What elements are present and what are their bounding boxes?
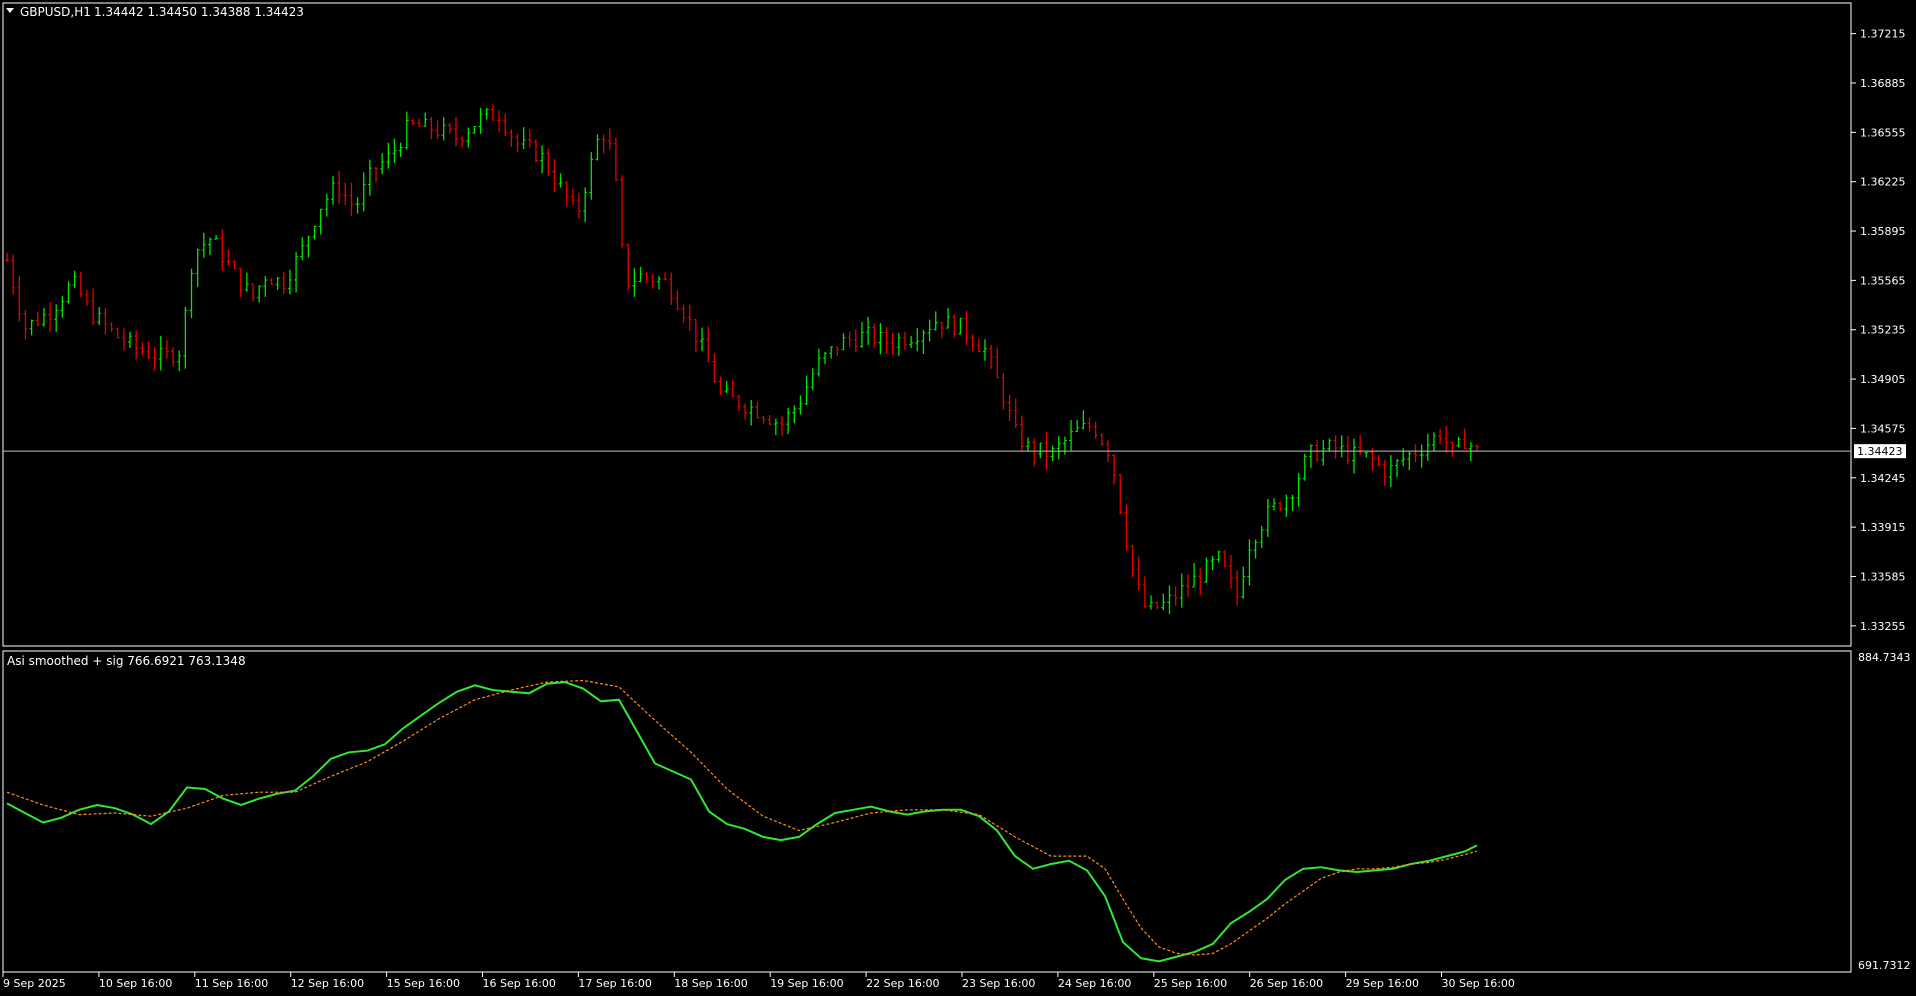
price-tick-label: 1.34575 (1860, 422, 1906, 435)
symbol-title: GBPUSD,H1 (20, 5, 91, 19)
last-price-label: 1.34423 (1857, 445, 1903, 458)
price-tick-label: 1.36225 (1860, 176, 1906, 189)
price-tick-label: 1.36885 (1860, 77, 1906, 90)
time-tick-label: 25 Sep 16:00 (1154, 977, 1227, 990)
time-tick-label: 12 Sep 16:00 (291, 977, 364, 990)
price-tick-label: 1.37215 (1860, 28, 1906, 41)
time-tick-label: 24 Sep 16:00 (1058, 977, 1131, 990)
indicator-tick-label: 884.7343 (1858, 651, 1911, 664)
price-tick-label: 1.35235 (1860, 324, 1906, 337)
time-tick-label: 26 Sep 16:00 (1250, 977, 1323, 990)
chart-background (0, 0, 1916, 996)
indicator-tick-label: 691.7312 (1858, 959, 1911, 972)
price-tick-label: 1.33585 (1860, 570, 1906, 583)
chart-canvas: 1.37215 1.36885 1.36555 1.36225 1.35895 1.355… (0, 0, 1916, 996)
time-tick-label: 17 Sep 16:00 (578, 977, 651, 990)
time-tick-label: 30 Sep 16:00 (1442, 977, 1515, 990)
price-tick-label: 1.35565 (1860, 274, 1906, 287)
time-tick-label: 9 Sep 2025 (3, 977, 66, 990)
price-tick-label: 1.33915 (1860, 521, 1906, 534)
time-tick-label: 15 Sep 16:00 (387, 977, 460, 990)
price-tick-label: 1.34245 (1860, 472, 1906, 485)
indicator-title: Asi smoothed + sig 766.6921 763.1348 (7, 654, 246, 668)
price-tick-label: 1.35895 (1860, 225, 1906, 238)
last-price-label-group: 1.34423 (1854, 444, 1906, 459)
price-tick-label: 1.34905 (1860, 373, 1906, 386)
time-tick-label: 10 Sep 16:00 (99, 977, 172, 990)
time-tick-label: 22 Sep 16:00 (866, 977, 939, 990)
time-tick-label: 11 Sep 16:00 (195, 977, 268, 990)
price-header[interactable]: GBPUSD,H1 1.34442 1.34450 1.34388 1.3442… (6, 5, 304, 19)
price-tick-label: 1.36555 (1860, 126, 1906, 139)
time-tick-label: 16 Sep 16:00 (483, 977, 556, 990)
time-tick-label: 19 Sep 16:00 (770, 977, 843, 990)
time-tick-label: 18 Sep 16:00 (674, 977, 747, 990)
time-tick-label: 23 Sep 16:00 (962, 977, 1035, 990)
ohlc-values: 1.34442 1.34450 1.34388 1.34423 (94, 5, 304, 19)
price-tick-label: 1.33255 (1860, 620, 1906, 633)
time-tick-label: 29 Sep 16:00 (1346, 977, 1419, 990)
